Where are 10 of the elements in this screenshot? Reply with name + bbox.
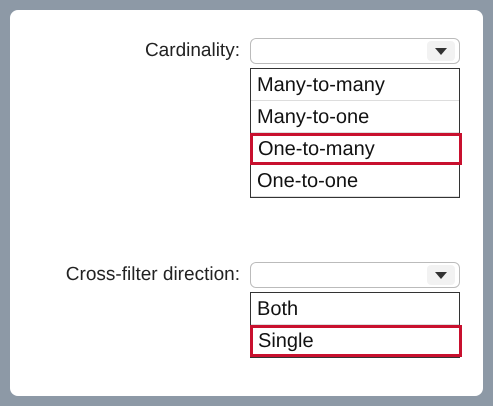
field-label: Cardinality:: [144, 38, 240, 63]
option-item[interactable]: Many-to-many: [251, 69, 459, 101]
dropdown[interactable]: [250, 38, 460, 64]
dropdown[interactable]: [250, 262, 460, 288]
field-label: Cross-filter direction:: [66, 262, 240, 287]
option-item[interactable]: Single: [250, 325, 462, 357]
option-item[interactable]: Many-to-one: [251, 101, 459, 133]
option-item[interactable]: Both: [251, 293, 459, 325]
option-item[interactable]: One-to-many: [250, 133, 462, 165]
option-item[interactable]: One-to-one: [251, 165, 459, 197]
